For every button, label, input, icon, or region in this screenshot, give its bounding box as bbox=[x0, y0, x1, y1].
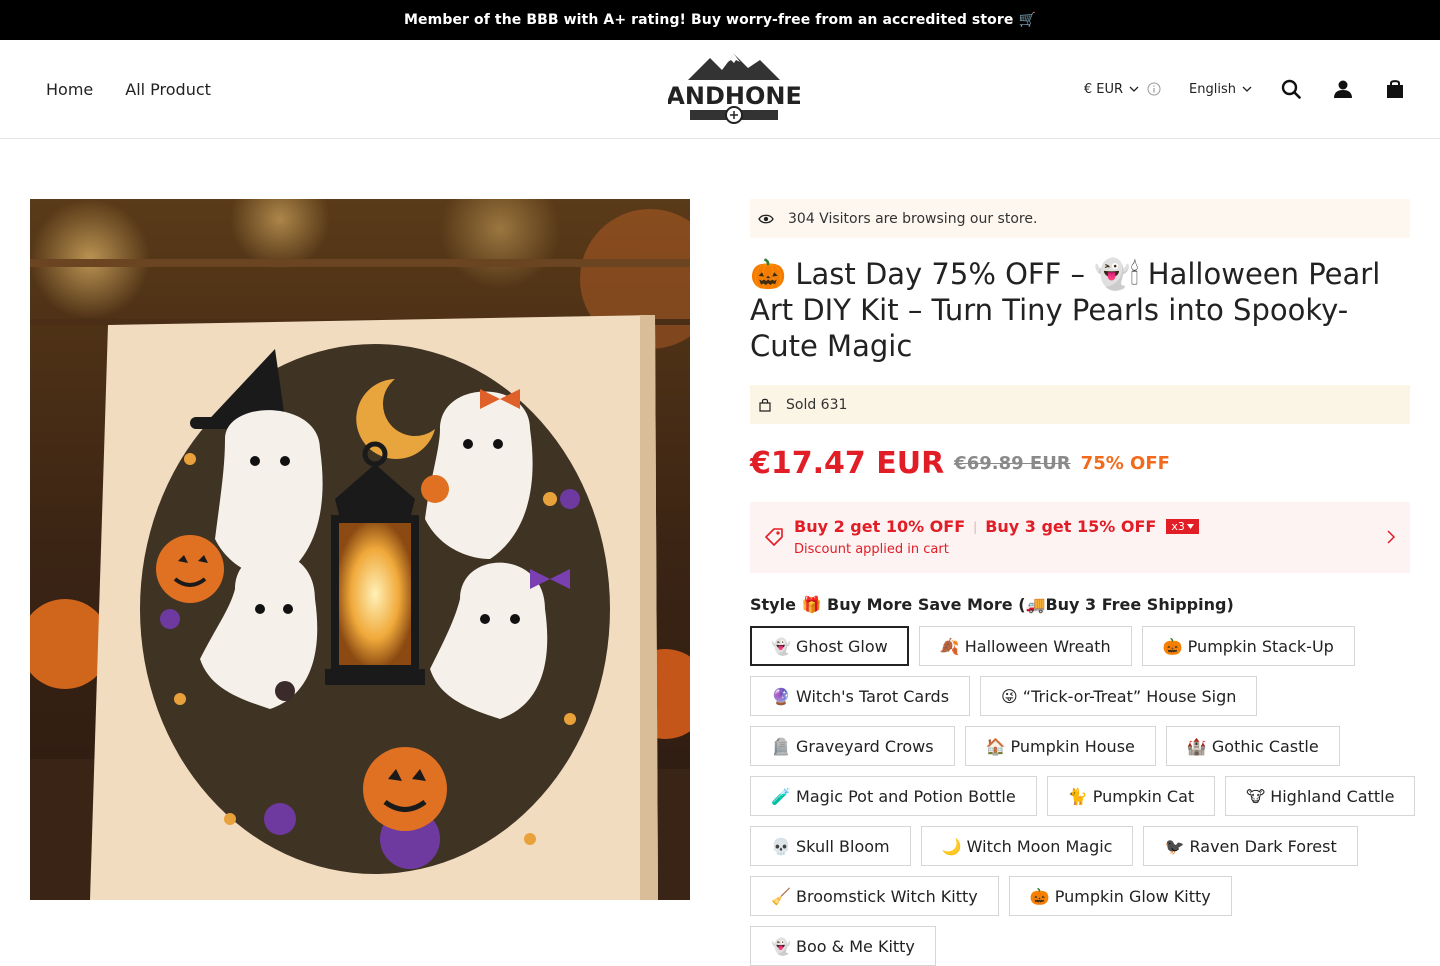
price-row: €17.47 EUR €69.89 EUR 75% OFF bbox=[750, 443, 1410, 483]
style-variant-option[interactable]: 😜 “Trick-or-Treat” House Sign bbox=[980, 676, 1258, 716]
quantity-badge: x3 bbox=[1166, 519, 1199, 534]
offer-buy3: Buy 3 get 15% OFF bbox=[985, 517, 1157, 536]
style-variant-option[interactable]: 🌙 Witch Moon Magic bbox=[920, 826, 1134, 866]
language-label: English bbox=[1189, 81, 1236, 97]
style-variant-option[interactable]: 🏰 Gothic Castle bbox=[1165, 726, 1340, 766]
eye-icon bbox=[758, 214, 774, 223]
language-selector[interactable]: English bbox=[1189, 82, 1252, 97]
style-variant-option[interactable]: 🍂 Halloween Wreath bbox=[918, 626, 1132, 666]
bundle-offers: Buy 2 get 10% OFF | Buy 3 get 15% OFF x3 bbox=[794, 517, 1199, 536]
chevron-down-icon bbox=[1129, 86, 1139, 92]
style-variant-option[interactable]: 🧪 Magic Pot and Potion Bottle bbox=[750, 776, 1037, 816]
currency-selector[interactable]: € EUR bbox=[1084, 82, 1139, 97]
style-variant-option[interactable]: 🐈 Pumpkin Cat bbox=[1046, 776, 1216, 816]
main-nav: Home All Product bbox=[46, 40, 211, 138]
announcement-bar: Member of the BBB with A+ rating! Buy wo… bbox=[0, 0, 1440, 40]
nav-home-link[interactable]: Home bbox=[46, 80, 93, 99]
style-option-label: Style 🎁 Buy More Save More (🚚Buy 3 Free … bbox=[750, 595, 1234, 614]
visitors-text: 304 Visitors are browsing our store. bbox=[788, 210, 1038, 227]
chevron-down-icon bbox=[1242, 86, 1252, 92]
style-variant-option[interactable]: 🏠 Pumpkin House bbox=[964, 726, 1156, 766]
style-variant-option[interactable]: 🐮 Highland Cattle bbox=[1225, 776, 1416, 816]
cart-button[interactable] bbox=[1384, 78, 1406, 100]
sold-count: Sold 631 bbox=[786, 396, 848, 413]
announcement-text: Member of the BBB with A+ rating! Buy wo… bbox=[404, 12, 1036, 28]
site-header: Home All Product HANDHONED € EUR English bbox=[0, 40, 1440, 139]
search-icon bbox=[1281, 79, 1301, 99]
cart-icon bbox=[1387, 80, 1403, 98]
offer-separator: | bbox=[973, 519, 978, 534]
product-image[interactable] bbox=[30, 199, 690, 900]
account-button[interactable] bbox=[1332, 78, 1354, 100]
header-utilities: € EUR English bbox=[1084, 40, 1406, 138]
tag-icon bbox=[765, 528, 783, 546]
discount-note: Discount applied in cart bbox=[794, 542, 949, 557]
style-variant-option[interactable]: 🧹 Broomstick Witch Kitty bbox=[750, 876, 999, 916]
sold-banner: Sold 631 bbox=[750, 385, 1410, 424]
product-info: 304 Visitors are browsing our store. 🎃 L… bbox=[750, 199, 1416, 966]
style-variant-option[interactable]: 🔮 Witch's Tarot Cards bbox=[750, 676, 971, 716]
logo-text: HANDHONED bbox=[668, 82, 800, 110]
bag-icon bbox=[759, 398, 771, 412]
sale-price: €17.47 EUR bbox=[750, 445, 945, 481]
product-photo bbox=[30, 199, 690, 900]
account-icon bbox=[1334, 80, 1352, 98]
discount-label: 75% OFF bbox=[1080, 452, 1170, 474]
product-title: 🎃 Last Day 75% OFF – 👻🕯 Halloween Pearl … bbox=[750, 257, 1381, 363]
style-variant-option[interactable]: 🎃 Pumpkin Stack-Up bbox=[1141, 626, 1355, 666]
chevron-right-icon bbox=[1387, 530, 1396, 544]
style-variant-option[interactable]: 🪦 Graveyard Crows bbox=[750, 726, 955, 766]
visitors-banner: 304 Visitors are browsing our store. bbox=[750, 199, 1410, 238]
style-variant-option[interactable]: 👻 Boo & Me Kitty bbox=[750, 926, 936, 966]
nav-all-product-link[interactable]: All Product bbox=[125, 80, 211, 99]
compare-price: €69.89 EUR bbox=[954, 452, 1071, 474]
bundle-discount-banner[interactable]: Buy 2 get 10% OFF | Buy 3 get 15% OFF x3… bbox=[750, 502, 1410, 573]
offer-buy2: Buy 2 get 10% OFF bbox=[794, 517, 966, 536]
style-variant-option[interactable]: 👻 Ghost Glow bbox=[750, 626, 909, 666]
style-variant-option[interactable]: 🎃 Pumpkin Glow Kitty bbox=[1008, 876, 1232, 916]
quantity-badge-text: x3 bbox=[1171, 520, 1185, 533]
info-icon[interactable] bbox=[1147, 82, 1161, 96]
caret-down-icon bbox=[1186, 524, 1194, 529]
search-button[interactable] bbox=[1280, 78, 1302, 100]
currency-label: € EUR bbox=[1083, 81, 1124, 97]
style-variant-option[interactable]: 🐦‍⬛ Raven Dark Forest bbox=[1143, 826, 1358, 866]
brand-logo[interactable]: HANDHONED bbox=[668, 50, 800, 130]
style-variant-option[interactable]: 💀 Skull Bloom bbox=[750, 826, 911, 866]
style-variant-list: 👻 Ghost Glow 🍂 Halloween Wreath 🎃 Pumpkin … bbox=[750, 626, 1420, 966]
